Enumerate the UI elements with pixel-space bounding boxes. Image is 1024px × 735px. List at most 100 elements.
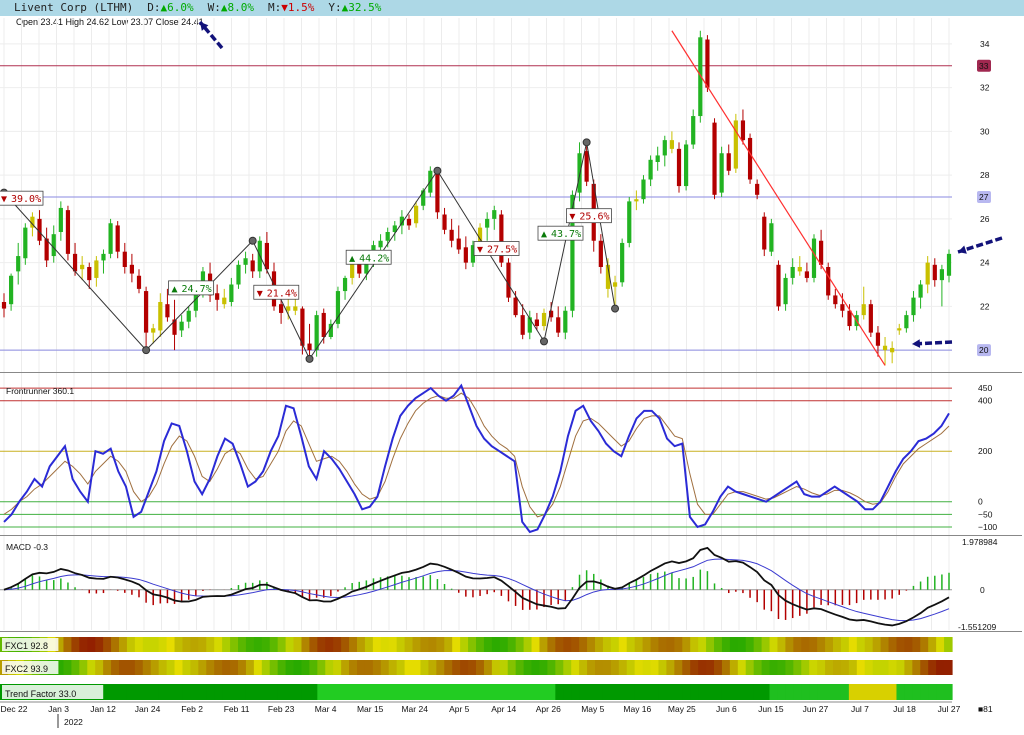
heatmap-cell — [142, 660, 152, 675]
candle-body — [229, 284, 234, 302]
heatmap-cell — [468, 660, 477, 675]
candle-body — [442, 214, 447, 230]
heatmap-cell — [610, 660, 620, 675]
heatmap-cell — [111, 637, 120, 652]
heatmap-cell — [618, 660, 628, 675]
heatmap-cell — [261, 684, 271, 700]
candle-body — [691, 116, 696, 145]
x-tick-label: Feb 23 — [268, 704, 295, 714]
heatmap-cell — [626, 637, 636, 652]
heatmap-cell — [293, 637, 303, 652]
heatmap-cell — [190, 637, 199, 652]
heatmap-cell — [714, 684, 723, 700]
candle-body — [868, 304, 873, 333]
heatmap-cell — [126, 684, 136, 700]
x-tick-label: Mar 24 — [401, 704, 428, 714]
candle-body — [307, 343, 312, 351]
frontrunner-tick-label: 0 — [978, 497, 983, 507]
candle-body — [541, 312, 547, 327]
heatmap-cell — [539, 637, 548, 652]
heatmap-cell — [904, 684, 913, 700]
heatmap-cell — [587, 684, 596, 700]
heatmap-cell — [277, 637, 287, 652]
heatmap-cell — [626, 684, 636, 700]
heatmap-cell — [904, 637, 913, 652]
swing-label: 39.0% — [11, 194, 41, 205]
heatmap-cell — [230, 637, 239, 652]
heatmap-cell — [293, 660, 303, 675]
heatmap-cell — [658, 637, 667, 652]
macd-tick-label: 0 — [980, 585, 985, 595]
candle-body — [51, 234, 56, 257]
candle-body — [165, 304, 170, 318]
heatmap-label: Trend Factor 33.0 — [5, 689, 76, 699]
heatmap-cell — [880, 684, 890, 700]
heatmap-cell — [714, 637, 723, 652]
candle-body — [1, 302, 7, 309]
heatmap-cell — [468, 684, 477, 700]
heatmap-cell — [499, 660, 509, 675]
heatmap-cell — [444, 660, 453, 675]
heatmap-cell — [245, 684, 255, 700]
price-tick-label: 32 — [980, 83, 990, 93]
heatmap-cell — [420, 684, 429, 700]
heatmap-cell — [285, 637, 295, 652]
candle-body — [108, 223, 113, 254]
heatmap-cell — [825, 660, 834, 675]
candle-body — [122, 251, 127, 267]
candle-body — [520, 315, 525, 335]
candle-body — [513, 297, 518, 316]
heatmap-cell — [515, 660, 525, 675]
candle-body — [342, 277, 348, 292]
heatmap-cell — [555, 660, 564, 675]
heatmap-cell — [809, 660, 818, 675]
heatmap-cell — [420, 660, 429, 675]
heatmap-cell — [126, 660, 136, 675]
heatmap-cell — [404, 637, 414, 652]
heatmap-cell — [928, 684, 937, 700]
heatmap-cell — [253, 660, 263, 675]
frontrunner-title: Frontrunner 360.1 — [6, 386, 74, 396]
candle-body — [534, 319, 539, 327]
x-tick-label: Apr 26 — [536, 704, 561, 714]
heatmap-cell — [523, 660, 533, 675]
candle-body — [563, 310, 568, 333]
heatmap-cell — [928, 660, 937, 675]
heatmap-cell — [269, 684, 279, 700]
heatmap-cell — [515, 684, 525, 700]
heatmap-label: FXC2 93.9 — [5, 664, 48, 674]
heatmap-cell — [341, 637, 350, 652]
x-year-label: 2022 — [64, 717, 83, 727]
heatmap-cell — [785, 684, 794, 700]
heatmap-cell — [706, 660, 715, 675]
heatmap-cell — [317, 637, 326, 652]
x-tick-label: Mar 4 — [315, 704, 337, 714]
heatmap-cell — [206, 660, 215, 675]
heatmap-cell — [333, 684, 342, 700]
candle-body — [598, 240, 603, 267]
zigzag-pivot — [611, 304, 620, 313]
swing-label: 43.7% — [551, 229, 581, 240]
candle-body — [485, 218, 490, 228]
heatmap-cell — [412, 660, 422, 675]
heatmap-cell — [190, 684, 199, 700]
heatmap-cell — [888, 660, 898, 675]
heatmap-cell — [690, 660, 699, 675]
heatmap-cell — [158, 684, 168, 700]
x-tick-label: Apr 5 — [449, 704, 470, 714]
heatmap-cell — [587, 660, 596, 675]
heatmap-cell — [523, 637, 533, 652]
heatmap-cell — [936, 637, 945, 652]
heatmap-cell — [825, 684, 834, 700]
heatmap-cell — [539, 660, 548, 675]
heatmap-cell — [507, 660, 517, 675]
heatmap-cell — [87, 660, 96, 675]
heatmap-cell — [650, 684, 660, 700]
candle-body — [186, 310, 191, 322]
heatmap-cell — [920, 684, 929, 700]
heatmap-cell — [698, 660, 707, 675]
candle-body — [385, 232, 390, 241]
heatmap-cell — [602, 637, 612, 652]
heatmap-cell — [721, 637, 731, 652]
heatmap-cell — [325, 684, 334, 700]
